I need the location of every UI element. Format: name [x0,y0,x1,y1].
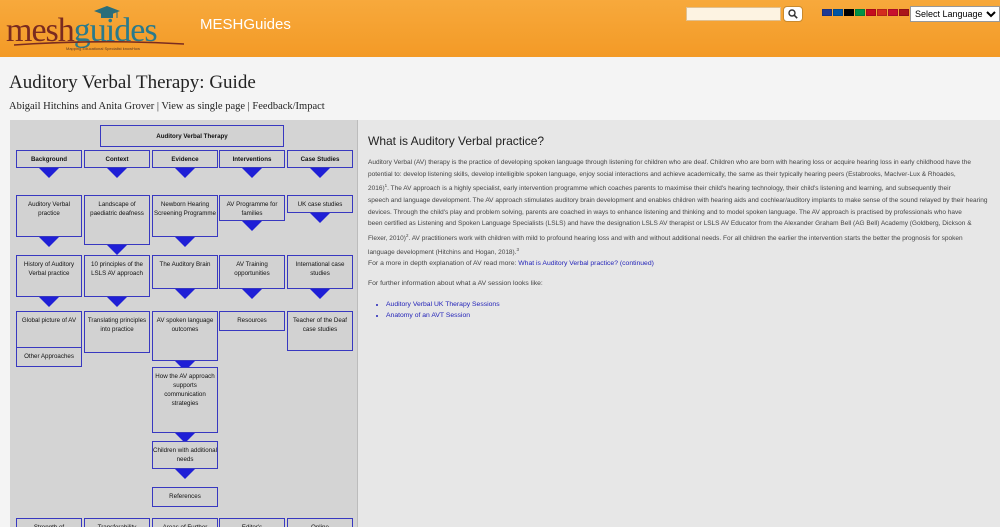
diagram-node[interactable]: Online [287,518,353,527]
intro-paragraph: Auditory Verbal (AV) therapy is the prac… [368,157,1000,259]
diagram-node[interactable]: Resources [219,311,285,331]
diagram-node[interactable]: Auditory Verbal practice [16,195,82,237]
diagram-node[interactable]: Newborn Hearing Screening Programme [152,195,218,237]
guide-diagram: Auditory Verbal Therapy Background Audito… [10,120,358,527]
diagram-node[interactable]: Translating principles into practice [84,311,150,353]
separator: | [156,101,159,112]
section-heading: What is Auditory Verbal practice? [368,134,545,148]
diagram-node[interactable]: AV spoken language outcomes [152,311,218,361]
flag-icon[interactable] [833,9,843,16]
down-arrow-icon [39,297,59,307]
down-arrow-icon [39,168,59,178]
page-title: Auditory Verbal Therapy: Guide [9,72,256,93]
down-arrow-icon [242,168,262,178]
down-arrow-icon [107,168,127,178]
diagram-node[interactable]: Children with additional needs [152,441,218,469]
down-arrow-icon [39,237,59,247]
down-arrow-icon [310,289,330,299]
diagram-root[interactable]: Auditory Verbal Therapy [100,125,284,147]
diagram-node[interactable]: How the AV approach supports communicati… [152,367,218,433]
diagram-node[interactable]: Editor's [219,518,285,527]
diagram-node[interactable]: AV Programme for families [219,195,285,221]
site-header: meshguides Mapping Educational Specialis… [0,0,1000,57]
read-more-link[interactable]: What is Auditory Verbal practice? (conti… [518,260,654,267]
diagram-column-head[interactable]: Interventions [219,150,285,168]
down-arrow-icon [175,237,195,247]
down-arrow-icon [175,168,195,178]
down-arrow-icon [175,289,195,299]
intro-line: been certified as Listening and Spoken L… [368,220,972,228]
read-more: For a more in depth explanation of AV re… [368,260,654,267]
authors: Abigail Hitchins and Anita Grover [9,101,155,112]
search-button[interactable] [783,6,803,22]
content-panel: What is Auditory Verbal practice? Audito… [358,120,1000,527]
down-arrow-icon [107,297,127,307]
diagram-node[interactable]: 10 principles of the LSLS AV approach [84,255,150,297]
diagram-column-head[interactable]: Evidence [152,150,218,168]
diagram-node[interactable]: Strength of [16,518,82,527]
diagram-node[interactable]: Other Approaches [16,347,82,367]
down-arrow-icon [310,168,330,178]
read-more-text: For a more in depth explanation of AV re… [368,260,517,267]
diagram-node[interactable]: Transferability [84,518,150,527]
diagram-column-head[interactable]: Context [84,150,150,168]
list-item: Anatomy of an AVT Session [386,310,500,321]
diagram-node[interactable]: Areas of Further [152,518,218,527]
avt-anatomy-link[interactable]: Anatomy of an AVT Session [386,312,470,319]
search-icon [788,9,798,19]
diagram-column-head[interactable]: Background [16,150,82,168]
diagram-node[interactable]: Landscape of paediatric deafness [84,195,150,245]
flag-icon[interactable] [866,9,876,16]
feedback-link[interactable]: Feedback/Impact [252,101,324,112]
intro-line: Flexer, 2010)2. AV practitioners work wi… [368,232,963,242]
diagram-node[interactable]: Teacher of the Deaf case studies [287,311,353,351]
flag-icon[interactable] [855,9,865,16]
further-info: For further information about what a AV … [368,280,543,287]
intro-line: devices. Through the child's play and pr… [368,208,962,216]
intro-line: language development (Hitchins and Hogan… [368,247,520,257]
down-arrow-icon [242,221,262,231]
flag-icon[interactable] [888,9,898,16]
diagram-node[interactable]: History of Auditory Verbal practice [16,255,82,297]
flag-icon[interactable] [822,9,832,16]
diagram-column-head[interactable]: Case Studies [287,150,353,168]
avuk-sessions-link[interactable]: Auditory Verbal UK Therapy Sessions [386,301,500,308]
byline: Abigail Hitchins and Anita Grover | View… [9,101,325,112]
intro-line: potential to: develop listening skills, … [368,170,956,178]
diagram-node[interactable]: AV Training opportunities [219,255,285,289]
separator: | [247,101,250,112]
down-arrow-icon [310,213,330,223]
down-arrow-icon [242,289,262,299]
flag-icon[interactable] [844,9,854,16]
down-arrow-icon [175,469,195,479]
view-single-page-link[interactable]: View as single page [161,101,245,112]
session-links: Auditory Verbal UK Therapy Sessions Anat… [386,299,500,321]
language-select[interactable]: Select Language [910,6,1000,22]
diagram-node[interactable]: UK case studies [287,195,353,213]
flag-icon[interactable] [899,9,909,16]
intro-line: 2016)1. The AV approach is a highly spec… [368,183,951,193]
down-arrow-icon [107,245,127,255]
language-flags [822,9,909,16]
search-input[interactable] [686,7,781,21]
diagram-node[interactable]: References [152,487,218,507]
diagram-node[interactable]: The Auditory Brain [152,255,218,289]
intro-line: Auditory Verbal (AV) therapy is the prac… [368,159,971,166]
list-item: Auditory Verbal UK Therapy Sessions [386,299,500,310]
logo-tagline: Mapping Educational Specialist knowHow [66,46,141,51]
intro-line: speech and language development. The AV … [368,196,988,204]
flag-icon[interactable] [877,9,887,16]
site-title[interactable]: MESHGuides [200,16,291,33]
diagram-node[interactable]: International case studies [287,255,353,289]
meshguides-logo[interactable]: meshguides Mapping Educational Specialis… [6,4,186,52]
